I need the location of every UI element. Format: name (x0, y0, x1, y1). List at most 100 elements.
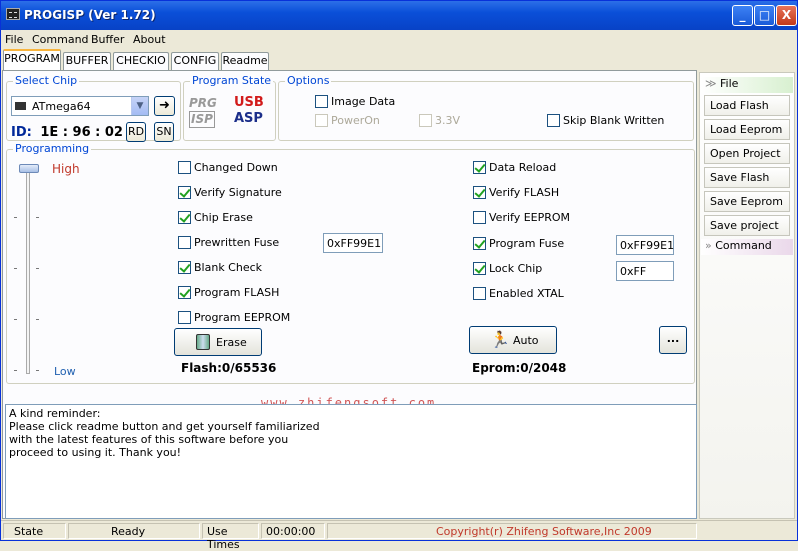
arrow-right-button[interactable]: ➜ (154, 96, 175, 116)
menu-about[interactable]: About (133, 33, 166, 46)
id-value: 1E : 96 : 02 (40, 125, 123, 140)
checkbox-box[interactable] (473, 262, 486, 275)
checkbox-box[interactable] (473, 237, 486, 250)
more-button[interactable]: ... (659, 326, 687, 354)
chip-select[interactable]: ATmega64 ▼ (11, 96, 149, 116)
load-flash-button[interactable]: Load Flash (704, 95, 790, 116)
open-project-button[interactable]: Open Project (704, 143, 790, 164)
tab-config[interactable]: CONFIG (171, 52, 219, 70)
slider-tick (36, 217, 39, 218)
checkbox-box[interactable] (178, 311, 191, 324)
checkbox-label: Enabled XTAL (489, 287, 564, 300)
tab-bar: PROGRAM BUFFER CHECKIO CONFIG Readme (1, 49, 697, 70)
checkbox-box[interactable] (178, 211, 191, 224)
checkbox-box[interactable] (419, 114, 432, 127)
speed-slider-track[interactable] (26, 168, 30, 374)
verify-signature-checkbox[interactable]: Verify Signature (178, 185, 288, 200)
usb-asp-logo: USB ASP (234, 95, 264, 126)
program-state-group: Program State PRG ISP USB ASP (183, 74, 276, 141)
data-reload-checkbox[interactable]: Data Reload (473, 160, 573, 175)
prewritten-fuse-field[interactable]: 0xFF99E1 (323, 233, 383, 253)
maximize-button[interactable]: □ (754, 5, 775, 26)
3v3-checkbox[interactable]: 3.3V (419, 113, 469, 128)
checkbox-box[interactable] (178, 261, 191, 274)
checkbox-box[interactable] (473, 211, 486, 224)
use-times-label: Use Times (202, 523, 259, 551)
state-value: Ready (68, 523, 200, 539)
image-data-checkbox[interactable]: Image Data (315, 94, 405, 109)
window-title: PROGISP (Ver 1.72) (24, 8, 156, 22)
sidebar-command-header[interactable]: » Command (701, 239, 793, 255)
serial-number-button[interactable]: SN (154, 122, 174, 142)
verify-eeprom-checkbox[interactable]: Verify EEPROM (473, 210, 573, 225)
slider-tick (36, 268, 39, 269)
speed-low-label: Low (54, 365, 76, 378)
checkbox-label: Program EEPROM (194, 311, 291, 324)
slider-tick (14, 319, 17, 320)
program-flash-checkbox[interactable]: Program FLASH (178, 285, 288, 300)
program-fuse-field[interactable]: 0xFF99E1 (616, 235, 674, 255)
checkbox-box[interactable] (315, 114, 328, 127)
chip-app-icon (6, 8, 20, 20)
checkbox-box[interactable] (178, 161, 191, 174)
checkbox-label: Blank Check (194, 261, 263, 274)
lock-chip-field[interactable]: 0xFF (616, 261, 674, 281)
slider-tick (36, 319, 39, 320)
blank-check-checkbox[interactable]: Blank Check (178, 260, 288, 275)
tab-readme[interactable]: Readme (221, 52, 269, 70)
skip-blank-checkbox[interactable]: Skip Blank Written (547, 113, 667, 128)
checkbox-box[interactable] (473, 161, 486, 174)
checkbox-label: PowerOn (331, 114, 380, 127)
checkbox-box[interactable] (473, 287, 486, 300)
save-flash-button[interactable]: Save Flash (704, 167, 790, 188)
chip-erase-checkbox[interactable]: Chip Erase (178, 210, 288, 225)
save-eeprom-button[interactable]: Save Eeprom (704, 191, 790, 212)
verify-flash-checkbox[interactable]: Verify FLASH (473, 185, 573, 200)
sidebar: ≫ File Load Flash Load Eeprom Open Proje… (699, 72, 795, 519)
copyright-text: Copyright(r) Zhifeng Software,Inc 2009 (327, 523, 697, 539)
auto-button[interactable]: 🏃 Auto (469, 326, 557, 354)
options-label: Options (285, 74, 332, 87)
reminder-memo[interactable]: A kind reminder: Please click readme but… (5, 404, 697, 519)
menu-buffer[interactable]: Buffer (91, 33, 124, 46)
options-group: Options Image Data PowerOn 3.3V Skip Bla… (278, 74, 694, 141)
running-man-icon: 🏃 (490, 330, 510, 349)
title-bar[interactable]: PROGISP (Ver 1.72) _ □ X (1, 1, 797, 30)
poweron-checkbox[interactable]: PowerOn (315, 113, 385, 128)
checkbox-box[interactable] (473, 186, 486, 199)
erase-button[interactable]: Erase (174, 328, 262, 356)
checkbox-box[interactable] (315, 95, 328, 108)
checkbox-label: 3.3V (435, 114, 461, 127)
checkbox-label: Changed Down (194, 161, 278, 174)
menu-command[interactable]: Command (32, 33, 89, 46)
close-button[interactable]: X (776, 5, 797, 26)
program-state-label: Program State (190, 74, 274, 87)
tab-buffer[interactable]: BUFFER (63, 52, 111, 70)
program-eeprom-checkbox[interactable]: Program EEPROM (178, 310, 291, 325)
menu-file[interactable]: File (5, 33, 23, 46)
slider-tick (14, 217, 17, 218)
speed-slider-thumb[interactable] (19, 164, 39, 173)
tab-program[interactable]: PROGRAM (3, 49, 61, 70)
changed-down-checkbox[interactable]: Changed Down (178, 160, 288, 175)
sidebar-file-header[interactable]: ≫ File (701, 77, 793, 93)
prg-isp-logo: PRG ISP (189, 96, 217, 128)
programming-label: Programming (13, 142, 92, 155)
chevron-down-icon[interactable]: ▼ (131, 97, 148, 115)
checkbox-label: Lock Chip (489, 262, 543, 275)
enabled-xtal-checkbox[interactable]: Enabled XTAL (473, 286, 573, 301)
lock-chip-checkbox[interactable]: Lock Chip (473, 261, 573, 276)
checkbox-box[interactable] (178, 186, 191, 199)
prewritten-fuse-checkbox[interactable]: Prewritten Fuse (178, 235, 288, 250)
save-project-button[interactable]: Save project (704, 215, 790, 236)
checkbox-label: Program FLASH (194, 286, 280, 299)
load-eeprom-button[interactable]: Load Eeprom (704, 119, 790, 140)
checkbox-box[interactable] (178, 236, 191, 249)
checkbox-box[interactable] (547, 114, 560, 127)
id-label: ID: (11, 125, 32, 140)
checkbox-box[interactable] (178, 286, 191, 299)
program-fuse-checkbox[interactable]: Program Fuse (473, 236, 573, 251)
minimize-button[interactable]: _ (732, 5, 753, 26)
read-id-button[interactable]: RD (126, 122, 146, 142)
tab-checkio[interactable]: CHECKIO (113, 52, 169, 70)
